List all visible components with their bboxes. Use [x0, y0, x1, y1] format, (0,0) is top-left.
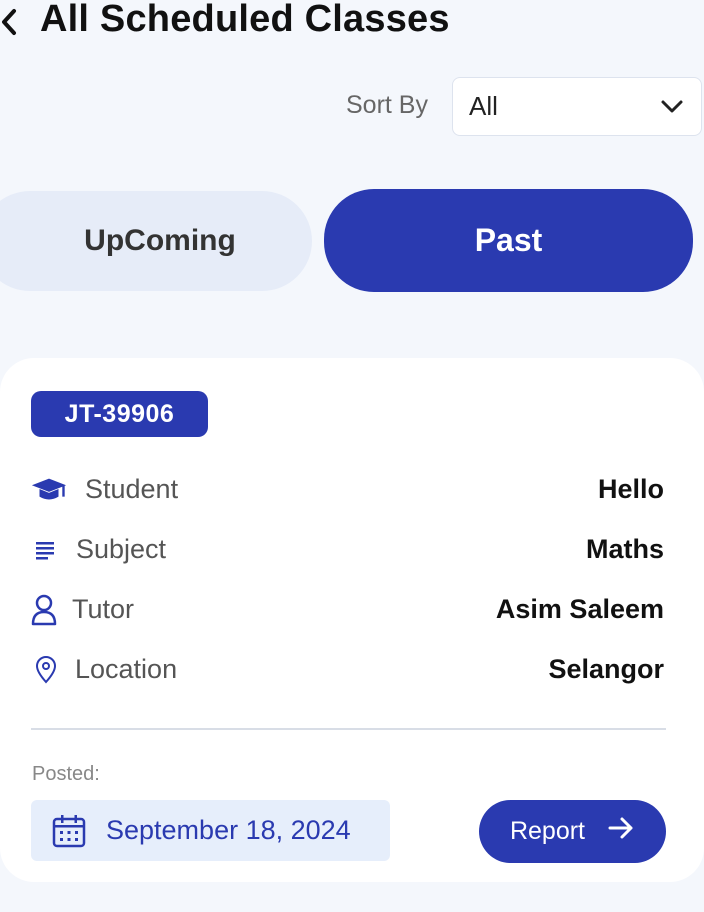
sort-by-select[interactable]: All: [452, 77, 702, 136]
row-value: Selangor: [548, 654, 664, 684]
row-tutor: Tutor Asim Saleem: [0, 590, 704, 630]
row-label: Student: [85, 474, 179, 504]
row-label: Location: [75, 654, 178, 684]
sort-selected-value: All: [469, 91, 498, 121]
person-icon: [30, 594, 68, 626]
class-code-badge: JT-39906: [31, 391, 208, 437]
row-location: Location Selangor: [0, 650, 704, 690]
lines-icon: [30, 534, 68, 566]
card-divider: [31, 728, 666, 730]
row-label: Subject: [76, 534, 167, 564]
location-pin-icon: [30, 654, 68, 686]
chevron-down-icon: [659, 94, 685, 120]
posted-date-chip: September 18, 2024: [31, 800, 390, 861]
tab-past[interactable]: Past: [324, 189, 693, 292]
calendar-icon: [51, 813, 87, 849]
row-subject: Subject Maths: [0, 530, 704, 570]
posted-date: September 18, 2024: [106, 815, 351, 845]
arrow-right-icon: [607, 816, 635, 847]
row-student: Student Hello: [0, 470, 704, 510]
row-value: Maths: [585, 534, 664, 564]
posted-label: Posted:: [32, 763, 100, 785]
report-button[interactable]: Report: [479, 800, 666, 863]
page-title: All Scheduled Classes: [40, 0, 450, 40]
graduation-cap-icon: [30, 474, 68, 506]
row-value: Hello: [597, 474, 664, 504]
chevron-left-icon[interactable]: [0, 2, 24, 42]
row-value: Asim Saleem: [495, 594, 664, 624]
tab-upcoming[interactable]: UpComing: [0, 191, 312, 291]
report-button-label: Report: [509, 817, 586, 845]
row-label: Tutor: [72, 594, 135, 624]
sort-by-label: Sort By: [346, 91, 428, 119]
